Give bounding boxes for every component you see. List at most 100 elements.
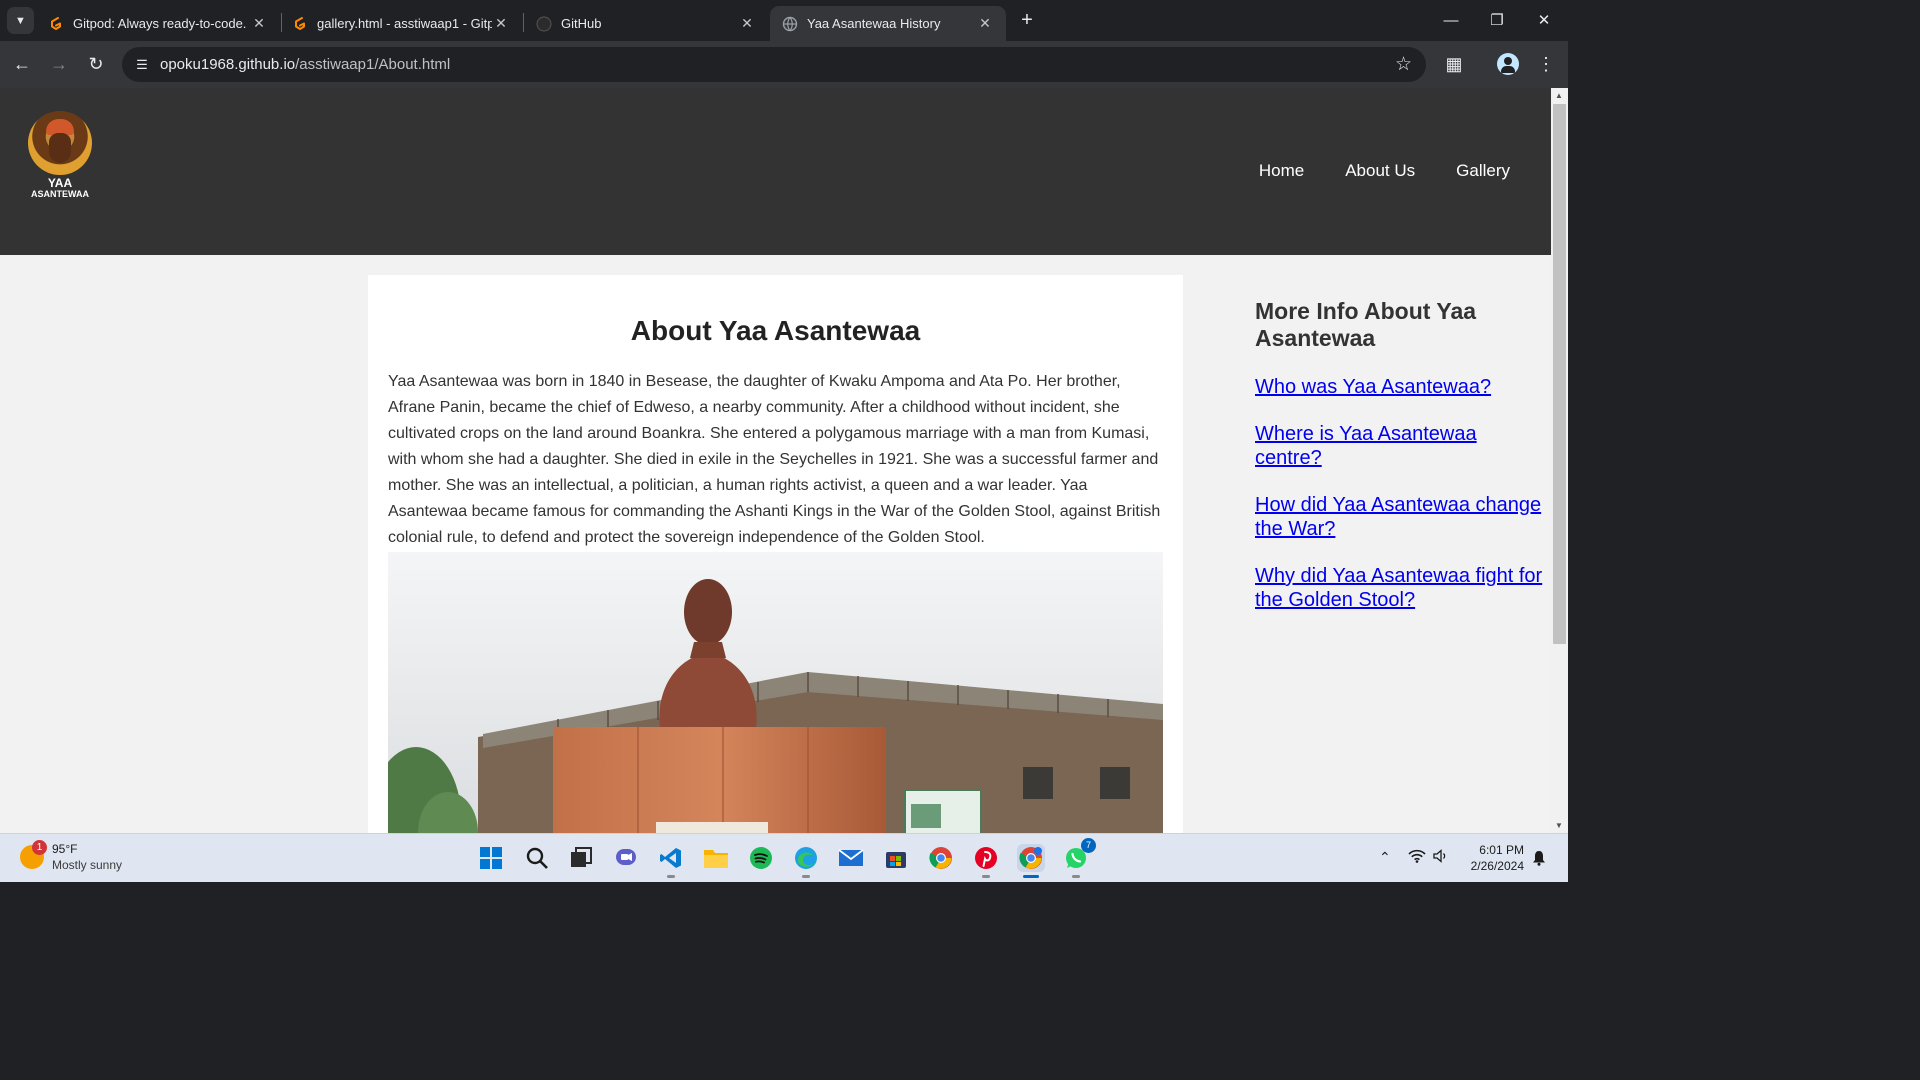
sun-icon: 1 xyxy=(20,840,47,869)
chevron-up-icon[interactable]: ⌃ xyxy=(1379,849,1391,866)
sidebar-link-how[interactable]: How did Yaa Asantewaa change the War? xyxy=(1255,493,1545,541)
tab-github[interactable]: GitHub ✕ xyxy=(524,6,768,41)
url-text[interactable]: opoku1968.github.io/asstiwaap1/About.htm… xyxy=(160,56,450,73)
vscode-icon[interactable] xyxy=(657,844,685,878)
url-path: /asstiwaap1/About.html xyxy=(295,56,451,73)
weather-temp: 95°F xyxy=(52,842,78,856)
chevron-down-icon: ▼ xyxy=(15,14,26,27)
weather-desc: Mostly sunny xyxy=(52,858,123,872)
plus-icon: + xyxy=(1021,9,1033,31)
close-icon[interactable]: ✕ xyxy=(738,15,756,32)
task-view-icon[interactable] xyxy=(567,844,595,872)
nav-gallery[interactable]: Gallery xyxy=(1456,161,1510,181)
back-button[interactable]: ← xyxy=(9,51,35,77)
whatsapp-icon[interactable]: 7 xyxy=(1062,838,1096,878)
site-header: YAA ASANTEWAA Home About Us Gallery xyxy=(0,88,1551,255)
scroll-up-icon[interactable]: ▲ xyxy=(1555,91,1563,100)
address-bar[interactable]: ☰ opoku1968.github.io/asstiwaap1/About.h… xyxy=(122,47,1426,82)
new-tab-button[interactable]: + xyxy=(1016,9,1038,31)
restore-button[interactable]: ❐ xyxy=(1484,8,1510,34)
tab-title: Gitpod: Always ready-to-code. xyxy=(73,16,247,31)
taskbar: 1 95°F Mostly sunny 7 ⌃ 6:01 PM 2/26/202… xyxy=(0,833,1568,882)
scroll-down-icon[interactable]: ▼ xyxy=(1555,821,1563,830)
gitpod-icon xyxy=(295,16,305,30)
tab-search-button[interactable]: ▼ xyxy=(7,7,34,34)
sidebar-link-why[interactable]: Why did Yaa Asantewaa fight for the Gold… xyxy=(1255,564,1545,612)
running-indicator xyxy=(802,875,810,878)
volume-icon[interactable] xyxy=(1433,849,1449,866)
about-paragraph: Yaa Asantewaa was born in 1840 in Beseas… xyxy=(388,373,1161,546)
bookmark-star-icon[interactable]: ☆ xyxy=(1395,53,1412,76)
mail-icon[interactable] xyxy=(837,844,865,872)
page-viewport: YAA ASANTEWAA Home About Us Gallery Abou… xyxy=(0,88,1551,833)
chrome-profile-icon[interactable] xyxy=(1017,844,1045,878)
chrome-icon[interactable] xyxy=(927,844,955,872)
clock-time: 6:01 PM xyxy=(1479,843,1524,857)
teams-chat-icon[interactable] xyxy=(612,844,640,872)
clock-date: 2/26/2024 xyxy=(1470,859,1524,873)
gitpod-icon xyxy=(51,16,61,30)
extensions-icon[interactable]: ▦ xyxy=(1441,51,1467,77)
close-icon[interactable]: ✕ xyxy=(492,15,510,32)
weather-widget[interactable]: 1 95°F Mostly sunny xyxy=(20,840,123,873)
content-card: About Yaa Asantewaa Yaa Asantewaa was bo… xyxy=(368,275,1183,833)
site-nav: Home About Us Gallery xyxy=(1259,161,1510,181)
wifi-icon[interactable] xyxy=(1408,849,1426,866)
globe-icon xyxy=(782,16,798,31)
search-icon[interactable] xyxy=(523,844,551,872)
active-indicator xyxy=(1023,875,1039,878)
page-scrollbar[interactable]: ▲ ▼ xyxy=(1551,88,1568,833)
notification-bell-icon[interactable] xyxy=(1532,850,1546,866)
github-icon xyxy=(536,16,552,31)
reload-button[interactable]: ↻ xyxy=(83,51,109,77)
scroll-thumb[interactable] xyxy=(1553,104,1566,644)
forward-button[interactable]: → xyxy=(46,51,72,77)
sidebar-link-where[interactable]: Where is Yaa Asantewaa centre? xyxy=(1255,422,1545,470)
system-clock[interactable]: 6:01 PM 2/26/2024 xyxy=(1462,842,1524,874)
running-indicator xyxy=(667,875,675,878)
microsoft-store-icon[interactable] xyxy=(882,844,910,872)
profile-avatar[interactable] xyxy=(1497,53,1519,75)
spotify-icon[interactable] xyxy=(747,844,775,872)
logo-text-line2: ASANTEWAA xyxy=(31,189,89,199)
restore-icon: ❐ xyxy=(1490,12,1504,29)
nav-home[interactable]: Home xyxy=(1259,161,1304,181)
tab-strip: ▼ Gitpod: Always ready-to-code. ✕ galler… xyxy=(0,0,1568,41)
pinterest-icon[interactable] xyxy=(972,844,1000,878)
tab-title: gallery.html - asstiwaap1 - Gitpod xyxy=(317,16,492,31)
minimize-button[interactable]: — xyxy=(1438,8,1464,34)
url-host: opoku1968.github.io xyxy=(160,56,296,73)
logo-portrait-image xyxy=(28,111,92,175)
whatsapp-badge: 7 xyxy=(1081,838,1096,853)
nav-about-us[interactable]: About Us xyxy=(1345,161,1415,181)
arrow-left-icon: ← xyxy=(13,54,31,74)
browser-toolbar: ← → ↻ ☰ opoku1968.github.io/asstiwaap1/A… xyxy=(0,41,1568,88)
arrow-right-icon: → xyxy=(50,54,68,74)
tab-yaa-asantewaa[interactable]: Yaa Asantewaa History ✕ xyxy=(770,6,1006,41)
minimize-icon: — xyxy=(1443,12,1459,29)
sidebar-title: More Info About Yaa Asantewaa xyxy=(1255,298,1477,351)
site-info-icon[interactable]: ☰ xyxy=(132,55,152,75)
statue-photo xyxy=(388,552,1163,833)
edge-icon[interactable] xyxy=(792,844,820,878)
tab-gitpod-1[interactable]: Gitpod: Always ready-to-code. ✕ xyxy=(36,6,280,41)
file-explorer-icon[interactable] xyxy=(702,844,730,872)
page-title: About Yaa Asantewaa xyxy=(630,315,921,346)
running-indicator xyxy=(1072,875,1080,878)
tab-gitpod-2[interactable]: gallery.html - asstiwaap1 - Gitpod ✕ xyxy=(280,6,522,41)
close-icon: ✕ xyxy=(1537,12,1551,29)
close-window-button[interactable]: ✕ xyxy=(1531,8,1557,34)
site-logo[interactable]: YAA ASANTEWAA xyxy=(27,111,93,199)
weather-badge: 1 xyxy=(32,840,47,855)
logo-text-line1: YAA xyxy=(47,176,73,190)
windows-start-icon[interactable] xyxy=(477,844,505,872)
close-icon[interactable]: ✕ xyxy=(250,15,268,32)
sidebar-link-who[interactable]: Who was Yaa Asantewaa? xyxy=(1255,375,1545,399)
reload-icon: ↻ xyxy=(88,54,104,74)
statue-photo-illustration xyxy=(388,552,1163,833)
tab-title: GitHub xyxy=(561,16,602,31)
menu-kebab-icon[interactable]: ⋮ xyxy=(1533,51,1559,77)
close-icon[interactable]: ✕ xyxy=(976,15,994,32)
running-indicator xyxy=(982,875,990,878)
sidebar: More Info About Yaa Asantewaa Who was Ya… xyxy=(1255,298,1545,635)
